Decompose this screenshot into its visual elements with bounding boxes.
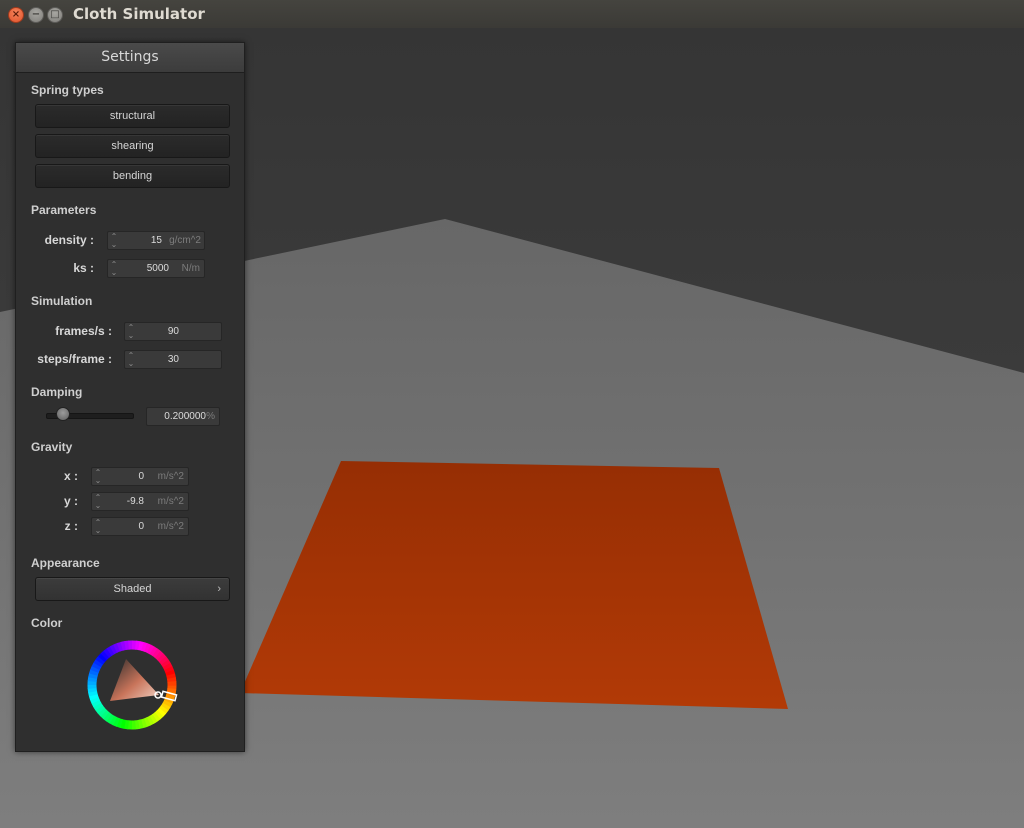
gravity-x-input[interactable]: ⌃ ⌄ 0 m/s^2 [91, 467, 189, 486]
color-wheel[interactable] [86, 639, 178, 731]
window-titlebar: × − □ Cloth Simulator [0, 0, 1024, 29]
saturation-value-triangle[interactable] [110, 659, 159, 701]
density-label: density : [44, 233, 94, 247]
spinner-icon[interactable]: ⌃ ⌄ [110, 232, 118, 249]
appearance-dropdown[interactable]: Shaded › [35, 577, 230, 601]
fps-label: frames/s : [55, 324, 112, 338]
gravity-x-label: x : [63, 469, 78, 483]
chevron-right-icon: › [217, 583, 221, 595]
settings-panel-title[interactable]: Settings [16, 43, 244, 73]
gravity-z-input[interactable]: ⌃ ⌄ 0 m/s^2 [91, 517, 189, 536]
shearing-button[interactable]: shearing [35, 134, 230, 158]
density-input[interactable]: ⌃ ⌄ 15 g/cm^2 [107, 231, 205, 250]
parameters-label: Parameters [31, 203, 97, 217]
damping-value-field[interactable]: 0.200000 % [146, 407, 220, 426]
fps-input[interactable]: ⌃ ⌄ 90 [124, 322, 222, 341]
window-close-button[interactable]: × [8, 7, 24, 23]
appearance-label: Appearance [31, 556, 100, 570]
structural-button[interactable]: structural [35, 104, 230, 128]
window-title: Cloth Simulator [73, 5, 205, 23]
spinner-icon[interactable]: ⌃ ⌄ [94, 518, 102, 535]
gravity-z-label: z : [64, 519, 78, 533]
simulation-label: Simulation [31, 294, 93, 308]
spinner-icon[interactable]: ⌃ ⌄ [110, 260, 118, 277]
spinner-icon[interactable]: ⌃ ⌄ [94, 493, 102, 510]
spinner-icon[interactable]: ⌃ ⌄ [127, 351, 135, 368]
steps-per-frame-input[interactable]: ⌃ ⌄ 30 [124, 350, 222, 369]
ks-label: ks : [73, 261, 94, 275]
gravity-y-label: y : [63, 494, 78, 508]
ks-input[interactable]: ⌃ ⌄ 5000 N/m [107, 259, 205, 278]
steps-per-frame-label: steps/frame : [37, 352, 112, 366]
color-label: Color [31, 616, 63, 630]
gravity-label: Gravity [31, 440, 73, 454]
bending-button[interactable]: bending [35, 164, 230, 188]
window-minimize-button[interactable]: − [28, 7, 44, 23]
settings-panel: Settings Spring types structural shearin… [15, 42, 245, 752]
window-maximize-button[interactable]: □ [47, 7, 63, 23]
appearance-selected-value: Shaded [113, 583, 152, 595]
spinner-icon[interactable]: ⌃ ⌄ [127, 323, 135, 340]
spring-types-label: Spring types [31, 83, 104, 97]
gravity-y-input[interactable]: ⌃ ⌄ -9.8 m/s^2 [91, 492, 189, 511]
damping-label: Damping [31, 385, 83, 399]
spinner-icon[interactable]: ⌃ ⌄ [94, 468, 102, 485]
